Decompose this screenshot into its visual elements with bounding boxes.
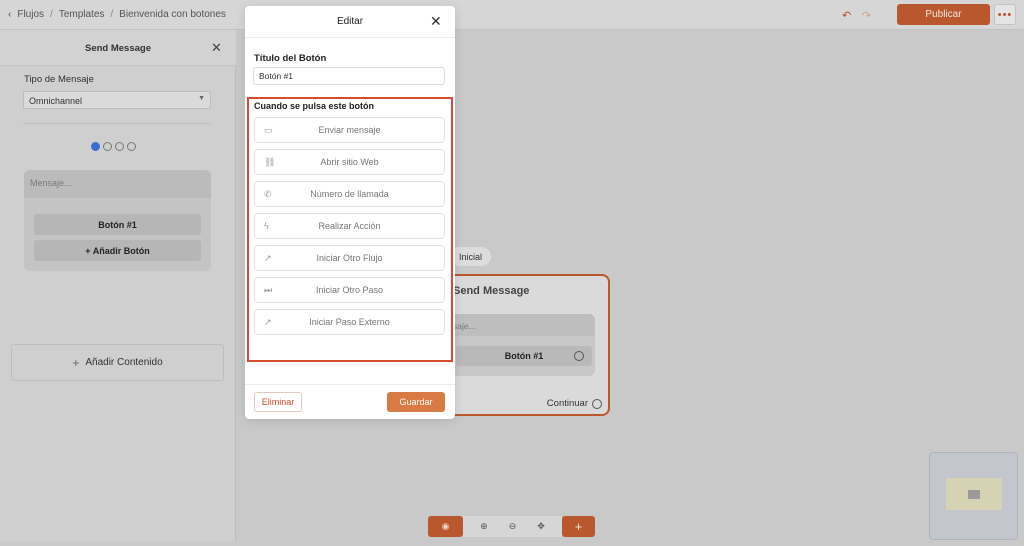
node-message-placeholder: saje... [453,321,476,331]
chat-icon: ▭ [264,125,273,135]
phone-icon: ✆ [264,189,272,199]
breadcrumb-flujos[interactable]: Flujos [17,9,44,20]
breadcrumb-separator: / [110,9,114,20]
channel-icons [91,142,136,151]
add-node-button[interactable]: + [562,516,595,537]
connector-handle[interactable] [592,398,602,409]
zoom-in-icon[interactable]: ⊕ [480,521,488,532]
external-link-icon: ↗ [264,317,272,327]
option-start-external-step[interactable]: ↗ Iniciar Paso Externo [254,309,445,335]
message-card: Mensaje... Botón #1 + Añadir Botón [24,170,211,271]
button-title-label: Título del Botón [254,53,327,64]
divider [23,123,211,124]
option-label: Iniciar Otro Paso [315,285,384,295]
node-button-item[interactable]: Botón #1 [456,346,592,366]
option-start-other-flow[interactable]: ↗ Iniciar Otro Flujo [254,245,445,271]
fit-view-icon[interactable]: ✥ [537,521,545,532]
messenger-icon [91,142,100,151]
minimap-node [968,490,980,499]
message-type-select[interactable]: Omnichannel ▼ [23,91,211,109]
minimap-viewport [946,478,1002,510]
save-button[interactable]: Guardar [387,392,445,412]
publish-button[interactable]: Publicar [897,4,990,25]
chat-bubble-icon [127,142,136,151]
connector-handle[interactable] [574,351,584,361]
edit-button-modal: Editar ✕ Título del Botón Cuando se puls… [245,6,455,419]
eye-icon: ◉ [441,521,450,531]
redo-icon[interactable]: ↷ [862,9,871,22]
continue-output: Continuar [547,398,602,409]
start-tag: Inicial [450,247,491,266]
option-label: Enviar mensaje [318,125,381,135]
node-message-area: saje... [448,314,595,336]
option-open-website[interactable]: ⛓ Abrir sitio Web [254,149,445,175]
option-label: Abrir sitio Web [320,157,379,167]
node-button-label: Botón #1 [504,351,544,361]
send-message-panel: Send Message ✕ Tipo de Mensaje Omnichann… [0,30,236,542]
top-bar: ‹ Flujos / Templates / Bienvenida con bo… [0,0,1024,30]
continue-label: Continuar [546,398,588,409]
panel-header: Send Message ✕ [0,30,236,66]
option-perform-action[interactable]: ϟ Realizar Acción [254,213,445,239]
breadcrumb: ‹ Flujos / Templates / Bienvenida con bo… [8,9,226,20]
flow-node[interactable]: Send Message saje... Botón #1 Continuar [436,274,610,416]
close-icon[interactable]: ✕ [211,40,222,56]
add-content-label: Añadir Contenido [85,357,163,368]
option-label: Iniciar Paso Externo [309,317,390,327]
zoom-out-icon[interactable]: ⊖ [509,521,517,532]
instagram-icon [115,142,124,151]
add-content-button[interactable]: + Añadir Contenido [11,344,224,381]
preview-button[interactable]: ◉ [428,516,463,537]
modal-header: Editar ✕ [245,6,455,38]
breadcrumb-templates[interactable]: Templates [59,9,105,20]
external-link-icon: ↗ [264,253,272,263]
option-call-number[interactable]: ✆ Número de llamada [254,181,445,207]
plus-icon: + [574,519,583,534]
plus-icon: + [72,355,80,370]
action-label: Cuando se pulsa este botón [254,101,375,111]
option-send-message[interactable]: ▭ Enviar mensaje [254,117,445,143]
add-button-button[interactable]: + Añadir Botón [34,240,201,261]
minimap[interactable] [929,452,1018,540]
breadcrumb-current: Bienvenida con botones [119,9,226,20]
message-placeholder: Mensaje... [30,178,72,188]
back-chevron-icon[interactable]: ‹ [8,9,11,20]
node-title: Send Message [453,285,530,297]
message-type-label: Tipo de Mensaje [24,74,94,85]
chevron-down-icon: ▼ [198,95,205,102]
bolt-icon: ϟ [264,221,269,231]
option-label: Realizar Acción [318,221,381,231]
modal-footer-divider [245,384,455,385]
modal-title: Editar [336,16,364,27]
whatsapp-icon [103,142,112,151]
message-type-value: Omnichannel [29,96,83,106]
node-message-card: saje... Botón #1 [448,314,595,376]
link-icon: ⛓ [264,157,276,167]
button-title-input[interactable] [253,67,445,85]
breadcrumb-separator: / [50,9,53,20]
zoom-controls: ⊕ ⊖ ✥ [463,516,562,537]
more-options-button[interactable]: ••• [994,4,1016,25]
option-start-other-step[interactable]: ⏭ Iniciar Otro Paso [254,277,445,303]
close-icon[interactable]: ✕ [430,13,442,30]
button-item[interactable]: Botón #1 [34,214,201,235]
option-label: Número de llamada [310,189,389,199]
skip-icon: ⏭ [264,285,273,295]
delete-button[interactable]: Eliminar [254,392,302,412]
option-label: Iniciar Otro Flujo [316,253,383,263]
message-input-area[interactable]: Mensaje... [24,170,211,198]
panel-title: Send Message [85,43,151,54]
undo-icon[interactable]: ↶ [842,9,851,22]
